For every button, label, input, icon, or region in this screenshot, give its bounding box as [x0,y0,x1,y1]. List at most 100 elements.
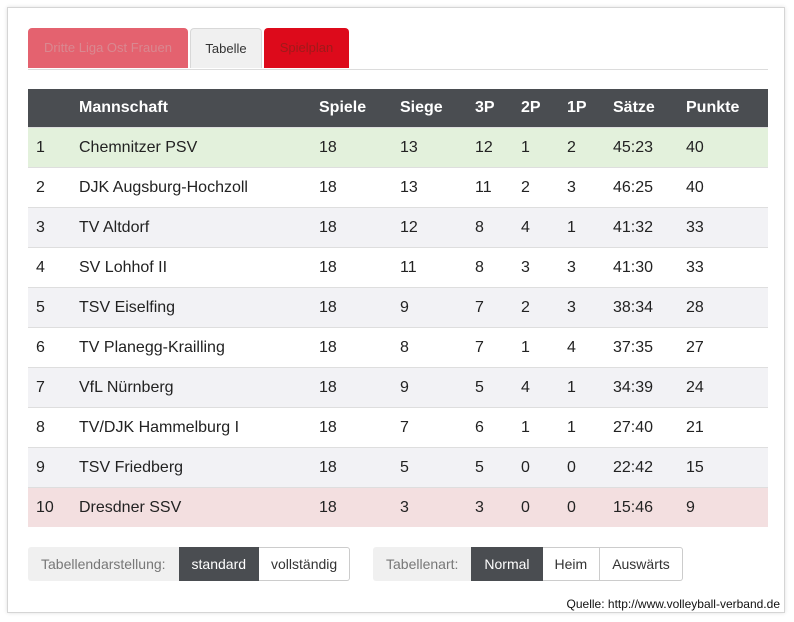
cell-sets: 15:46 [613,487,686,527]
cell-rank: 4 [28,247,79,288]
cell-points: 28 [686,287,768,328]
cell-team[interactable]: TV Planegg-Krailling [79,327,319,368]
display-mode-label: Tabellendarstellung: [28,547,179,581]
table-type-group: Tabellenart: Normal Heim Auswärts [373,547,683,581]
cell-wins: 13 [400,167,475,208]
cell-wins: 8 [400,327,475,368]
cell-2p: 2 [521,167,567,208]
cell-sets: 22:42 [613,447,686,488]
cell-team[interactable]: Dresdner SSV [79,487,319,527]
table-row: 4 SV Lohhof II 18 11 8 3 3 41:30 33 [28,247,768,288]
cell-1p: 2 [567,127,613,168]
type-away-button[interactable]: Auswärts [600,547,683,581]
cell-2p: 0 [521,487,567,527]
standings-table: Mannschaft Spiele Siege 3P 2P 1P Sätze P… [28,89,768,527]
cell-sets: 41:30 [613,247,686,288]
cell-2p: 3 [521,247,567,288]
header-wins: Siege [400,89,475,128]
header-3p: 3P [475,89,521,128]
table-row: 10 Dresdner SSV 18 3 3 0 0 15:46 9 [28,487,768,527]
cell-games: 18 [319,407,400,448]
table-row: 5 TSV Eiselfing 18 9 7 2 3 38:34 28 [28,287,768,328]
cell-team[interactable]: DJK Augsburg-Hochzoll [79,167,319,208]
cell-points: 27 [686,327,768,368]
display-mode-group: Tabellendarstellung: standard vollständi… [28,547,351,581]
cell-team[interactable]: TV Altdorf [79,207,319,248]
cell-1p: 3 [567,247,613,288]
cell-games: 18 [319,327,400,368]
cell-2p: 1 [521,407,567,448]
cell-games: 18 [319,247,400,288]
cell-2p: 0 [521,447,567,488]
tab-league[interactable]: Dritte Liga Ost Frauen [28,28,188,68]
header-games: Spiele [319,89,400,128]
cell-3p: 7 [475,287,521,328]
cell-3p: 6 [475,407,521,448]
cell-team[interactable]: VfL Nürnberg [79,367,319,408]
table-row: 7 VfL Nürnberg 18 9 5 4 1 34:39 24 [28,367,768,408]
header-points: Punkte [686,89,768,128]
source-note: Quelle: http://www.volleyball-verband.de [566,597,780,611]
cell-points: 15 [686,447,768,488]
cell-3p: 8 [475,207,521,248]
cell-3p: 5 [475,367,521,408]
cell-1p: 1 [567,367,613,408]
header-2p: 2P [521,89,567,128]
cell-2p: 1 [521,327,567,368]
cell-points: 40 [686,167,768,208]
cell-games: 18 [319,447,400,488]
cell-3p: 7 [475,327,521,368]
table-row: 6 TV Planegg-Krailling 18 8 7 1 4 37:35 27 [28,327,768,368]
cell-team[interactable]: TSV Friedberg [79,447,319,488]
tab-schedule[interactable]: Spielplan [264,28,349,68]
cell-points: 33 [686,247,768,288]
cell-rank: 7 [28,367,79,408]
cell-rank: 5 [28,287,79,328]
cell-wins: 3 [400,487,475,527]
cell-points: 24 [686,367,768,408]
cell-team[interactable]: SV Lohhof II [79,247,319,288]
cell-points: 40 [686,127,768,168]
cell-sets: 37:35 [613,327,686,368]
type-normal-button[interactable]: Normal [471,547,543,581]
table-type-label: Tabellenart: [373,547,472,581]
display-full-button[interactable]: vollständig [259,547,351,581]
cell-3p: 8 [475,247,521,288]
cell-rank: 3 [28,207,79,248]
cell-games: 18 [319,487,400,527]
cell-team[interactable]: TSV Eiselfing [79,287,319,328]
cell-team[interactable]: TV/DJK Hammelburg I [79,407,319,448]
cell-games: 18 [319,167,400,208]
cell-2p: 1 [521,127,567,168]
display-standard-button[interactable]: standard [178,547,260,581]
cell-3p: 3 [475,487,521,527]
cell-1p: 4 [567,327,613,368]
cell-wins: 12 [400,207,475,248]
type-home-button[interactable]: Heim [542,547,601,581]
cell-wins: 9 [400,287,475,328]
cell-rank: 2 [28,167,79,208]
table-row: 9 TSV Friedberg 18 5 5 0 0 22:42 15 [28,447,768,488]
table-row: 1 Chemnitzer PSV 18 13 12 1 2 45:23 40 [28,127,768,168]
cell-sets: 38:34 [613,287,686,328]
cell-3p: 5 [475,447,521,488]
header-sets: Sätze [613,89,686,128]
cell-team[interactable]: Chemnitzer PSV [79,127,319,168]
cell-2p: 4 [521,207,567,248]
cell-sets: 34:39 [613,367,686,408]
table-row: 3 TV Altdorf 18 12 8 4 1 41:32 33 [28,207,768,248]
cell-1p: 0 [567,487,613,527]
cell-rank: 10 [28,487,79,527]
table-header-row: Mannschaft Spiele Siege 3P 2P 1P Sätze P… [28,89,768,128]
cell-games: 18 [319,287,400,328]
cell-points: 21 [686,407,768,448]
tab-standings[interactable]: Tabelle [190,28,262,68]
cell-games: 18 [319,127,400,168]
cell-points: 9 [686,487,768,527]
cell-games: 18 [319,367,400,408]
cell-2p: 4 [521,367,567,408]
cell-rank: 9 [28,447,79,488]
header-1p: 1P [567,89,613,128]
cell-wins: 9 [400,367,475,408]
cell-1p: 1 [567,207,613,248]
